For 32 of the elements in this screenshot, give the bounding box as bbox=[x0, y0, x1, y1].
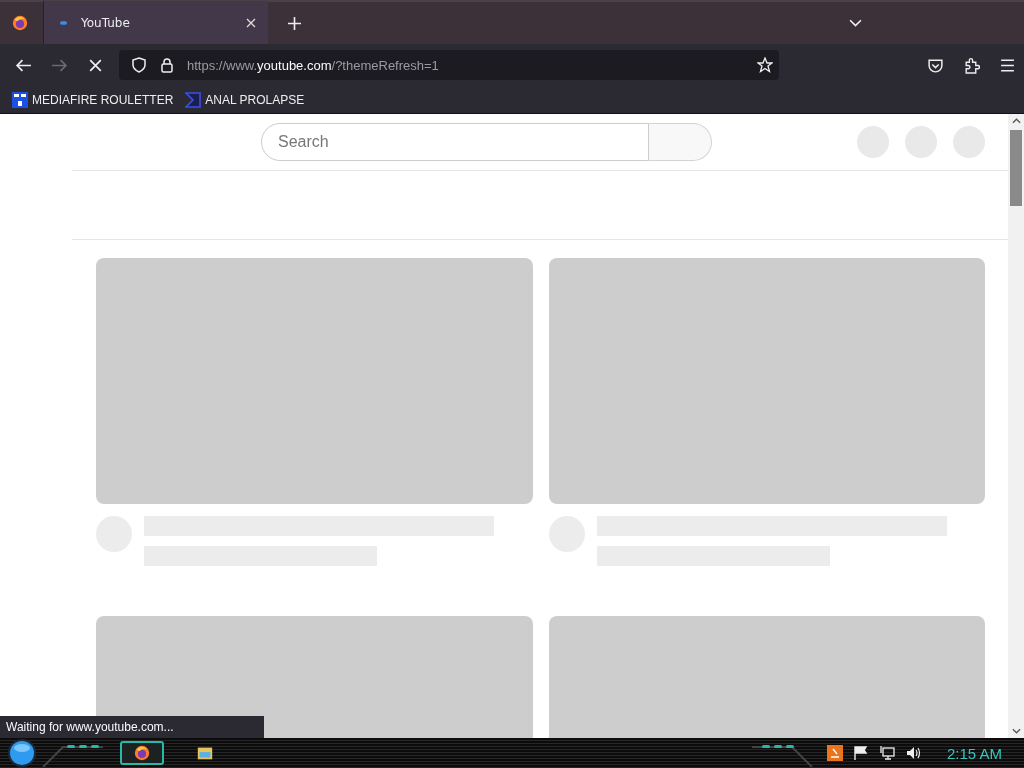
bookmark-link[interactable]: MEDIAFIRE ROULETTER bbox=[12, 91, 174, 108]
taskbar-firefox-button[interactable] bbox=[120, 741, 164, 765]
network-icon[interactable] bbox=[878, 745, 895, 761]
app-tray-icon[interactable] bbox=[826, 745, 843, 761]
scroll-up-icon[interactable] bbox=[1011, 118, 1021, 124]
star-icon[interactable] bbox=[757, 57, 773, 73]
pocket-icon[interactable] bbox=[927, 56, 944, 74]
sigma-icon bbox=[185, 91, 202, 108]
scrollbar[interactable] bbox=[1008, 114, 1024, 738]
chevron-down-icon[interactable] bbox=[849, 18, 862, 28]
volume-icon[interactable] bbox=[904, 745, 921, 761]
shield-icon[interactable] bbox=[131, 57, 147, 73]
scrollbar-thumb[interactable] bbox=[1010, 130, 1022, 206]
start-orb-icon[interactable] bbox=[6, 738, 38, 768]
address-bar[interactable]: https://www.youtube.com/?themeRefresh=1 bbox=[119, 50, 779, 80]
new-tab-icon[interactable] bbox=[288, 16, 301, 30]
status-text: Waiting for www.youtube.com... bbox=[0, 716, 264, 738]
clock[interactable]: 2:15 AM bbox=[946, 744, 1002, 762]
url-text: https://www.youtube.com/?themeRefresh=1 bbox=[187, 57, 440, 73]
bookmark-favicon-icon bbox=[12, 91, 28, 108]
firefox-icon[interactable] bbox=[11, 14, 29, 32]
browser-tab[interactable]: YouTube bbox=[43, 1, 268, 45]
loading-icon bbox=[60, 21, 67, 25]
menu-icon[interactable] bbox=[999, 56, 1016, 74]
firefox-icon bbox=[133, 744, 151, 762]
lock-icon[interactable] bbox=[159, 57, 175, 73]
flag-icon[interactable] bbox=[852, 745, 869, 761]
puzzle-icon[interactable] bbox=[963, 56, 980, 74]
search-field[interactable]: Search bbox=[261, 123, 649, 161]
bookmark-link[interactable]: ANAL PROLAPSE bbox=[185, 91, 305, 108]
scroll-down-icon[interactable] bbox=[1011, 728, 1021, 734]
close-icon[interactable] bbox=[246, 18, 256, 28]
